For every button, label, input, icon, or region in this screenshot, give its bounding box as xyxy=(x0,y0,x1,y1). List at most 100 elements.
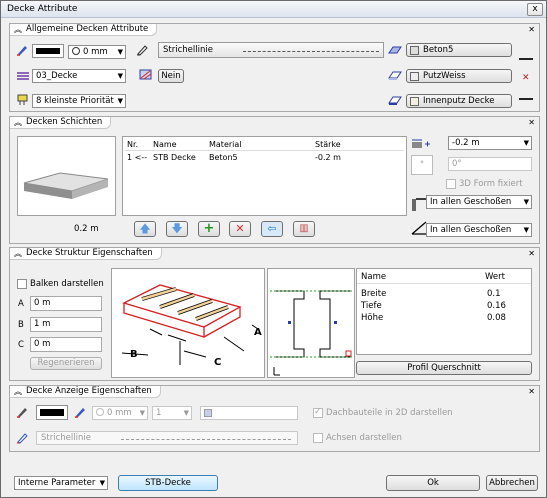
pen-width-select[interactable]: 0 mm ▼ xyxy=(68,45,126,59)
offset-select[interactable]: -0.2 m ▼ xyxy=(448,136,532,150)
chevron-down-icon: ▼ xyxy=(99,479,105,487)
move-down-button[interactable]: 🡇 xyxy=(166,221,188,237)
cell-name: Höhe xyxy=(361,313,384,323)
params-value: Interne Parameter xyxy=(18,478,96,488)
delete-icon: ✕ xyxy=(235,222,245,235)
params-select[interactable]: Interne Parameter ▼ xyxy=(14,476,108,490)
material-swatch xyxy=(410,72,419,81)
i-beam-icon xyxy=(270,290,352,376)
angle-field[interactable]: 0° xyxy=(448,157,532,171)
a-input[interactable]: 0 m xyxy=(30,296,102,311)
chevron-down-icon: ▼ xyxy=(523,139,529,147)
color-picker[interactable] xyxy=(36,405,68,420)
cell-name: Breite xyxy=(361,289,387,299)
layer-select[interactable]: 03_Decke ▼ xyxy=(32,69,126,83)
cancel-button[interactable]: Abbrechen xyxy=(486,475,538,491)
beam-diagram: A B C xyxy=(111,268,265,378)
section-title: Decken Schichten xyxy=(26,117,103,127)
chevron-up-icon: ︽ xyxy=(14,249,22,258)
layers-table: Nr. Name Material Stärke 1 <-- STB Decke… xyxy=(122,136,407,216)
arrow-left-icon: ⇦ xyxy=(267,222,277,235)
line-count-select[interactable]: 1 ▼ xyxy=(152,406,192,420)
beam-grid-diagram xyxy=(121,284,259,365)
geschoss-bottom-value: In allen Geschoßen xyxy=(430,225,512,235)
bars-icon: ▥ xyxy=(299,223,309,234)
balken-checkbox[interactable] xyxy=(17,279,27,289)
achsen-checkbox[interactable] xyxy=(313,433,323,443)
layer-preview xyxy=(17,136,116,216)
arrow-up-icon: 🡅 xyxy=(139,222,151,235)
color-picker[interactable] xyxy=(32,44,64,58)
window-title: Decke Attribute xyxy=(7,4,78,14)
chevron-up-icon: ︽ xyxy=(14,387,22,396)
ok-button[interactable]: Ok xyxy=(386,475,480,491)
close-section-icon[interactable]: ✕ xyxy=(528,118,535,127)
layer-structure-button[interactable]: ▥ xyxy=(293,221,315,237)
insert-left-button[interactable]: ⇦ xyxy=(261,221,283,237)
geschoss-top-select[interactable]: In allen Geschoßen ▼ xyxy=(426,195,532,209)
arrow-down-icon: 🡇 xyxy=(171,222,183,235)
linetype-selector[interactable]: Strichellinie xyxy=(36,431,298,445)
c-input[interactable]: 0 m xyxy=(30,337,102,352)
header-divider xyxy=(357,283,531,284)
close-section-icon[interactable]: ✕ xyxy=(528,249,535,258)
pen-width-select[interactable]: 0 mm ▼ xyxy=(92,406,148,420)
material-side-button[interactable]: PutzWeiss xyxy=(406,69,512,83)
move-up-button[interactable]: 🡅 xyxy=(134,221,156,237)
achsen-label: Achsen darstellen xyxy=(326,433,402,443)
section-header[interactable]: ︽ Decken Schichten xyxy=(10,117,112,129)
stb-decke-button[interactable]: STB-Decke xyxy=(118,475,218,491)
add-layer-button[interactable]: + xyxy=(198,221,220,237)
section-schichten: ︽ Decken Schichten ✕ 0.2 m Nr. Name Mater… xyxy=(9,116,540,244)
regenerieren-button[interactable]: Regenerieren xyxy=(30,357,102,370)
plus-icon: + xyxy=(203,221,215,236)
slab-preview-icon xyxy=(23,172,109,199)
diagram-label-c: C xyxy=(214,357,222,368)
b-label: B xyxy=(18,320,24,330)
angle-icon-box: ° xyxy=(411,155,433,175)
material-bottom-button[interactable]: Innenputz Decke xyxy=(406,94,512,108)
geschoss-bottom-select[interactable]: In allen Geschoßen ▼ xyxy=(426,223,532,237)
fill-selector[interactable] xyxy=(200,406,298,420)
chevron-down-icon: ▼ xyxy=(117,48,123,56)
linetype-label: Strichellinie xyxy=(41,433,91,443)
thickness-label: 0.2 m xyxy=(74,224,99,234)
linetype-selector[interactable]: Strichellinie xyxy=(158,42,384,58)
section-allgemeine: ︽ Allgemeine Decken Attribute ✕ 0 mm ▼ 03_… xyxy=(9,23,540,112)
form3d-checkbox[interactable] xyxy=(446,179,456,189)
material-side-label: PutzWeiss xyxy=(423,71,466,81)
close-section-icon[interactable]: ✕ xyxy=(528,387,535,396)
section-anzeige: ︽ Decke Anzeige Eigenschaften ✕ 0 mm ▼ 1 ▼ … xyxy=(9,385,540,452)
chevron-down-icon: ▼ xyxy=(523,226,529,234)
layers-grid: Nr. Name Material Stärke 1 <-- STB Decke… xyxy=(125,139,404,164)
b-input[interactable]: 1 m xyxy=(30,317,102,332)
surface-bottom-icon xyxy=(388,96,402,105)
close-section-icon[interactable]: ✕ xyxy=(528,25,535,34)
pen-width-value: 0 mm xyxy=(107,408,132,418)
table-row[interactable]: 1 <-- STB Decke Beton5 -0.2 m xyxy=(125,150,404,164)
section-title: Allgemeine Decken Attribute xyxy=(26,24,149,34)
offset-value: -0.2 m xyxy=(452,138,480,148)
chevron-down-icon: ▼ xyxy=(117,97,123,105)
unlink-icon[interactable]: ✕ xyxy=(522,73,530,83)
layer-icon xyxy=(17,72,29,80)
surface-top-icon xyxy=(388,46,402,54)
chevron-down-icon: ▼ xyxy=(183,409,189,417)
section-header[interactable]: ︽ Decke Anzeige Eigenschaften xyxy=(10,386,161,398)
dach-checkbox[interactable]: ✓ xyxy=(313,407,323,418)
chevron-down-icon: ▼ xyxy=(139,409,145,417)
section-header[interactable]: ︽ Decke Struktur Eigenschaften xyxy=(10,248,162,260)
priority-select[interactable]: 8 kleinste Priorität ▼ xyxy=(32,94,126,108)
material-top-button[interactable]: Beton5 xyxy=(406,43,512,57)
delete-layer-button[interactable]: ✕ xyxy=(229,221,251,237)
profil-querschnitt-button[interactable]: Profil Querschnitt xyxy=(356,361,532,375)
table-header: Nr. Name Material Stärke xyxy=(125,139,404,150)
chevron-down-icon: ▼ xyxy=(523,198,529,206)
section-header[interactable]: ︽ Allgemeine Decken Attribute xyxy=(10,24,158,36)
pen-dot-icon xyxy=(72,47,80,55)
priority-icon xyxy=(17,94,28,105)
nein-button[interactable]: Nein xyxy=(158,69,184,83)
pen-icon xyxy=(17,433,28,444)
close-button[interactable]: x xyxy=(527,3,543,16)
linetype-preview xyxy=(243,51,379,52)
